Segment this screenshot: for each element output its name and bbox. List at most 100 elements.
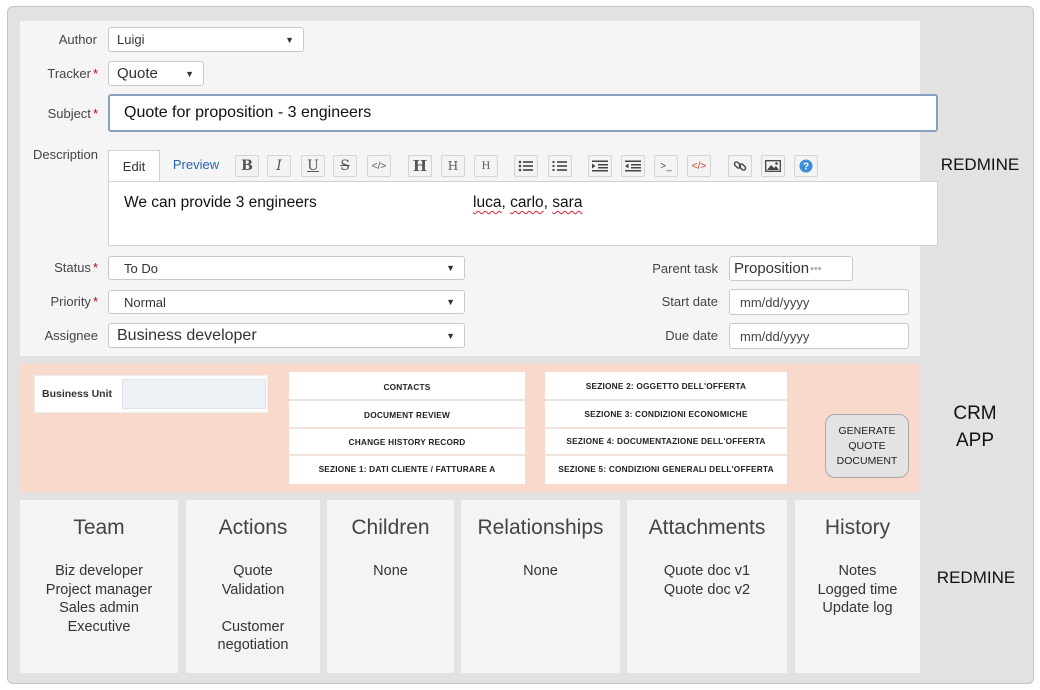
card-line: Executive	[67, 618, 131, 635]
crm-item-contacts[interactable]: CONTACTS	[289, 382, 525, 392]
indent-icon[interactable]	[588, 155, 612, 177]
card-line: None	[523, 563, 558, 579]
card-title: Relationships	[477, 516, 604, 539]
card-title: Team	[73, 516, 125, 539]
tracker-select[interactable]: Quote ▼	[108, 61, 204, 86]
tab-preview[interactable]: Preview	[166, 150, 226, 178]
card-line: Validation	[221, 581, 285, 598]
side-label-line: APP	[955, 430, 995, 451]
card-title: Children	[351, 516, 430, 539]
description-names: luca, carlo, sara	[473, 194, 583, 211]
business-unit-label: Business Unit	[42, 388, 113, 400]
crm-divider	[545, 454, 787, 456]
due-date-input[interactable]: mm/dd/yyyy	[729, 323, 909, 349]
author-label: Author	[58, 32, 97, 47]
card-line: Update log	[822, 600, 893, 616]
outdent-icon[interactable]	[621, 155, 645, 177]
author-value: Luigi	[117, 32, 145, 47]
subject-label: Subject *	[47, 106, 98, 121]
help-icon[interactable]: ?	[794, 155, 818, 177]
assignee-value: Business developer	[117, 326, 257, 344]
priority-value: Normal	[124, 294, 166, 310]
crm-sections-right: SEZIONE 2: OGGETTO DELL'OFFERTA SEZIONE …	[545, 372, 787, 484]
ellipsis-icon: •••	[810, 262, 822, 275]
author-select[interactable]: Luigi ▼	[108, 27, 304, 52]
start-date-label: Start date	[661, 294, 718, 309]
crm-item-document-review[interactable]: DOCUMENT REVIEW	[289, 410, 525, 420]
heading1-button[interactable]: H	[408, 155, 432, 177]
card-children: Children None	[327, 500, 454, 673]
side-label-redmine-top: REDMINE	[940, 155, 1020, 174]
crm-item-change-history[interactable]: CHANGE HISTORY RECORD	[289, 437, 525, 447]
card-actions: Actions Quote Validation Customer negoti…	[186, 500, 320, 673]
bulleted-list-icon[interactable]	[514, 155, 538, 177]
start-date-input[interactable]: mm/dd/yyyy	[729, 289, 909, 315]
heading2-button[interactable]: H	[441, 155, 465, 177]
card-line: Biz developer	[55, 563, 143, 579]
priority-label: Priority *	[50, 294, 98, 309]
link-icon[interactable]	[728, 155, 752, 177]
chevron-down-icon: ▼	[446, 330, 455, 341]
crm-item-sezione-3[interactable]: SEZIONE 3: CONDIZIONI ECONOMICHE	[545, 409, 787, 419]
subject-value: Quote for proposition - 3 engineers	[124, 104, 372, 121]
priority-select[interactable]: Normal ▼	[108, 290, 465, 314]
assignee-select[interactable]: Business developer ▼	[108, 323, 465, 348]
crm-item-sezione-2[interactable]: SEZIONE 2: OGGETTO DELL'OFFERTA	[545, 381, 787, 391]
image-icon[interactable]	[761, 155, 785, 177]
crm-item-sezione-5[interactable]: SEZIONE 5: CONDIZIONI GENERALI DELL'OFFE…	[545, 464, 787, 474]
crm-item-sezione-4[interactable]: SEZIONE 4: DOCUMENTAZIONE DELL'OFFERTA	[545, 436, 787, 446]
parent-task-label: Parent task	[652, 261, 718, 276]
side-label-line: CRM	[953, 403, 997, 424]
card-line	[186, 599, 320, 618]
description-label: Description	[32, 147, 98, 162]
numbered-list-icon[interactable]	[548, 155, 572, 177]
card-attachments: Attachments Quote doc v1 Quote doc v2	[627, 500, 787, 673]
card-line: Logged time	[817, 581, 898, 598]
bold-button[interactable]: B	[235, 155, 259, 177]
chevron-down-icon: ▼	[446, 263, 455, 273]
card-line: Notes	[838, 563, 877, 579]
business-unit-field: Business Unit	[34, 375, 268, 413]
status-label: Status *	[54, 260, 98, 275]
card-line: None	[373, 563, 408, 579]
card-line: negotiation	[217, 637, 289, 653]
description-editor[interactable]: We can provide 3 engineers luca, carlo, …	[108, 181, 938, 246]
parent-task-value: Proposition	[734, 260, 810, 277]
status-value: To Do	[124, 260, 158, 276]
start-date-placeholder: mm/dd/yyyy	[740, 294, 810, 310]
crm-divider	[289, 454, 525, 456]
svg-text:?: ?	[803, 162, 809, 173]
card-line[interactable]: Quote doc v1	[627, 562, 787, 581]
code-highlight-icon[interactable]: </>	[687, 155, 711, 177]
generate-button-line: QUOTE	[848, 439, 886, 452]
tab-edit[interactable]: Edit	[108, 150, 160, 181]
card-title: Actions	[218, 516, 288, 539]
status-select[interactable]: To Do ▼	[108, 256, 465, 280]
subject-input[interactable]: Quote for proposition - 3 engineers	[108, 94, 938, 132]
card-relationships: Relationships None	[461, 500, 620, 673]
chevron-down-icon: ▼	[285, 34, 294, 45]
due-date-label: Due date	[665, 328, 718, 343]
card-line: Sales admin	[59, 600, 139, 616]
card-line: Project manager	[45, 581, 153, 598]
side-label-redmine-bottom: REDMINE	[936, 568, 1016, 587]
strikethrough-button[interactable]: S	[333, 155, 357, 177]
preformatted-icon[interactable]: >_	[654, 155, 678, 177]
card-line: Quote	[233, 563, 273, 579]
crm-divider	[289, 399, 525, 401]
crm-sections-left: CONTACTS DOCUMENT REVIEW CHANGE HISTORY …	[289, 372, 525, 484]
card-line[interactable]: Quote doc v2	[627, 581, 787, 600]
crm-divider	[545, 427, 787, 429]
crm-item-sezione-1[interactable]: SEZIONE 1: DATI CLIENTE / FATTURARE A	[289, 464, 525, 474]
tracker-label: Tracker *	[47, 66, 98, 81]
business-unit-input[interactable]	[122, 379, 266, 409]
heading3-button[interactable]: H	[474, 155, 498, 177]
crm-panel: Business Unit CONTACTS DOCUMENT REVIEW C…	[20, 364, 920, 492]
crm-divider	[545, 399, 787, 401]
tracker-value: Quote	[117, 65, 158, 82]
parent-task-input[interactable]: Proposition •••	[729, 256, 853, 281]
inline-code-button[interactable]: </>	[367, 155, 391, 177]
generate-quote-document-button[interactable]: GENERATE QUOTE DOCUMENT	[825, 414, 909, 478]
underline-button[interactable]: U	[301, 155, 325, 177]
italic-button[interactable]: I	[267, 155, 291, 177]
